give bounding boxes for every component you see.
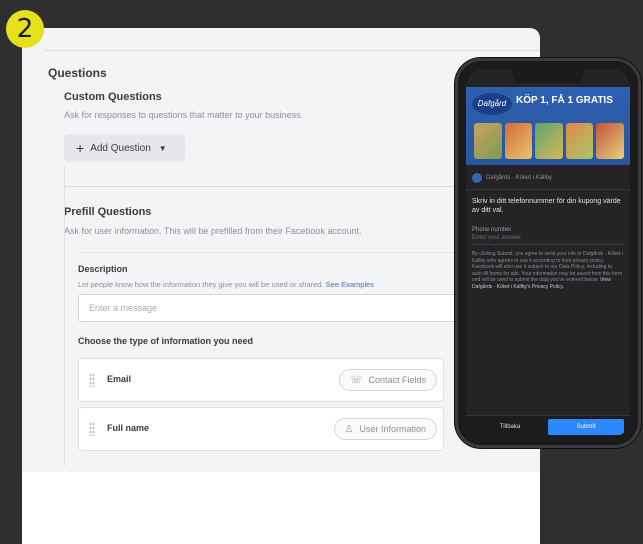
- drag-handle-icon[interactable]: [89, 422, 95, 436]
- chevron-down-icon: ▼: [158, 143, 167, 153]
- submit-button[interactable]: Submit: [548, 419, 624, 435]
- field-type-pill-contact: ☏ Contact Fields: [338, 369, 437, 391]
- add-question-label: Add Question: [90, 142, 151, 154]
- food-product-image: [596, 123, 624, 159]
- food-product-image: [565, 123, 594, 159]
- prefill-questions-help: Ask for user information. This will be p…: [64, 226, 362, 236]
- privacy-disclaimer: By clicking Submit, you agree to send yo…: [472, 251, 624, 290]
- step-number-badge: 2: [6, 10, 44, 48]
- phone-preview: Dafgård KÖP 1, FÅ 1 GRATIS Dafgårds · Kö…: [455, 58, 641, 448]
- choose-info-type-label: Choose the type of information you need: [78, 336, 254, 346]
- form-footer: Tillbaka Submit: [466, 415, 630, 437]
- brand-logo: Dafgård: [472, 93, 512, 115]
- user-icon: ♙: [344, 423, 354, 435]
- panel-bottom-area: [22, 472, 540, 544]
- phone-number-input[interactable]: Enter your answer.: [472, 235, 522, 241]
- plus-icon: +: [76, 140, 85, 156]
- phone-notch: [512, 69, 584, 83]
- custom-questions-title: Custom Questions: [64, 91, 162, 103]
- food-product-image: [504, 123, 533, 159]
- food-product-image: [474, 123, 502, 159]
- panel-top-divider: [44, 50, 540, 51]
- phone-number-label: Phone number: [472, 227, 512, 233]
- left-guide-line: [64, 166, 65, 466]
- field-type-label: User Information: [359, 424, 426, 434]
- description-label: Description: [78, 264, 128, 274]
- advertiser-avatar: [472, 173, 482, 183]
- field-type-pill-user: ♙ User Information: [333, 418, 437, 440]
- custom-questions-help: Ask for responses to questions that matt…: [64, 110, 304, 120]
- description-help-text: Let people know how the information they…: [78, 280, 324, 289]
- add-question-button[interactable]: + Add Question ▼: [64, 134, 185, 162]
- see-examples-link[interactable]: See Examples: [326, 280, 374, 289]
- section-divider: [64, 186, 518, 187]
- field-row-full-name[interactable]: Full name ♙ User Information: [78, 407, 444, 451]
- advertiser-name: Dafgårds · Köket i Källby: [486, 175, 553, 181]
- drag-handle-icon[interactable]: [89, 373, 95, 387]
- phone-screen: Dafgård KÖP 1, FÅ 1 GRATIS Dafgårds · Kö…: [466, 69, 630, 437]
- back-button[interactable]: Tillbaka: [472, 420, 548, 434]
- advertiser-row: Dafgårds · Köket i Källby: [472, 173, 552, 183]
- questions-section-title: Questions: [48, 66, 107, 80]
- prefill-questions-title: Prefill Questions: [64, 206, 152, 218]
- food-products-strip: [474, 123, 624, 159]
- banner-headline: KÖP 1, FÅ 1 GRATIS: [516, 95, 613, 106]
- food-product-image: [535, 123, 563, 159]
- contact-card-icon: ☏: [349, 374, 363, 386]
- form-headline: Skriv in ditt telefonnummer för din kupo…: [472, 198, 621, 214]
- input-underline: [472, 244, 624, 245]
- field-name-email: Email: [107, 374, 132, 384]
- field-type-label: Contact Fields: [368, 375, 426, 385]
- ad-banner-image: Dafgård KÖP 1, FÅ 1 GRATIS: [466, 87, 630, 165]
- field-row-email[interactable]: Email ☏ Contact Fields: [78, 358, 444, 402]
- description-help: Let people know how the information they…: [78, 280, 374, 289]
- preview-divider: [466, 189, 630, 190]
- field-name-full-name: Full name: [107, 423, 150, 433]
